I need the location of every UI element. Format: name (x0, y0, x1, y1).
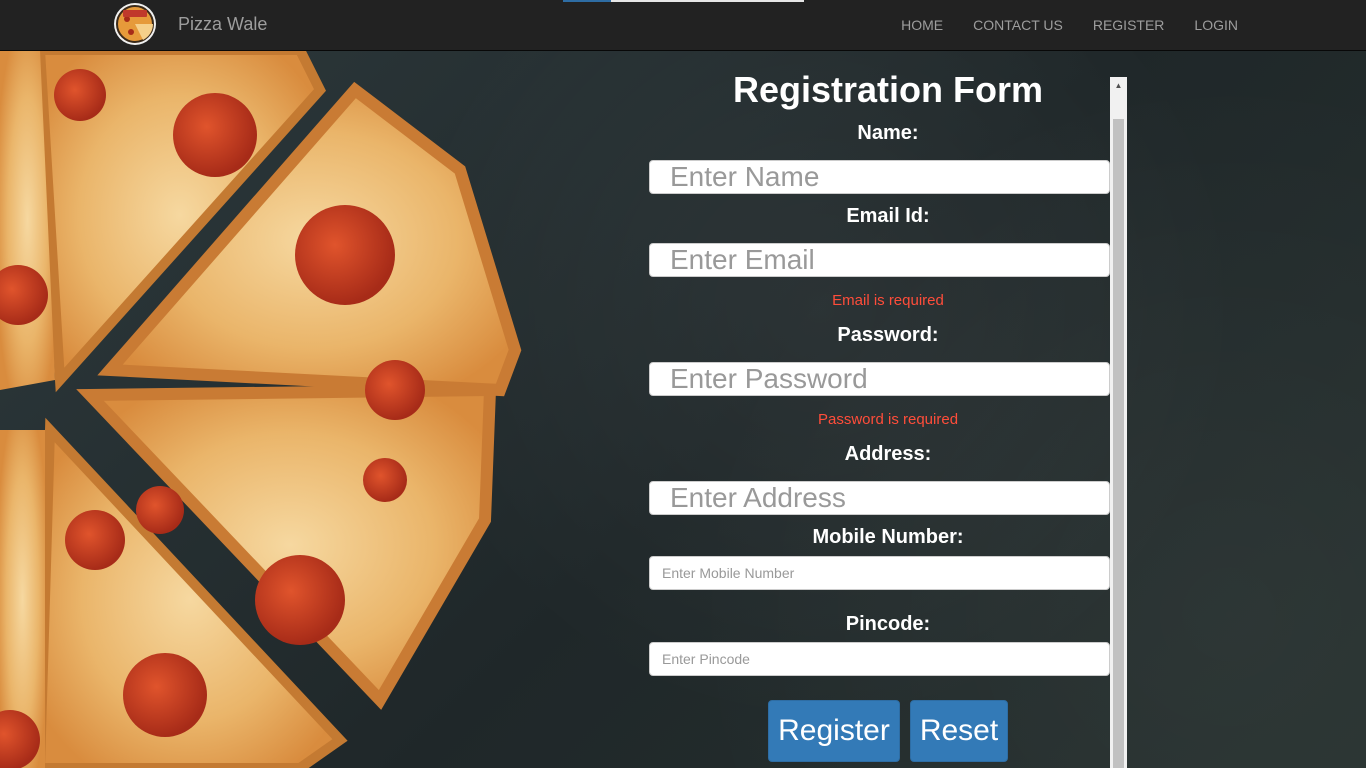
name-label: Name: (857, 122, 919, 144)
nav-register-link[interactable]: REGISTER (1078, 0, 1180, 50)
email-error-message: Email is required (832, 292, 944, 309)
register-button[interactable]: Register (768, 700, 900, 762)
form-title: Registration Form (732, 75, 1044, 110)
address-input[interactable] (649, 481, 1110, 515)
mobile-input[interactable] (649, 556, 1110, 590)
password-input[interactable] (649, 362, 1110, 396)
email-input[interactable] (649, 243, 1110, 277)
pincode-label: Pincode: (845, 613, 931, 635)
mobile-label: Mobile Number: (812, 526, 964, 548)
nav-home-link[interactable]: HOME (886, 0, 958, 50)
nav-links: HOME CONTACT US REGISTER LOGIN (886, 0, 1253, 50)
nav-contact-link[interactable]: CONTACT US (958, 0, 1078, 50)
email-label: Email Id: (846, 205, 930, 227)
scroll-up-arrow-icon[interactable]: ▲ (1110, 77, 1127, 94)
reset-button[interactable]: Reset (910, 700, 1008, 762)
password-error-message: Password is required (817, 411, 959, 428)
name-input[interactable] (649, 160, 1110, 194)
pizza-background-image (0, 50, 522, 768)
loading-progress-fill (563, 0, 612, 2)
form-scrollbar[interactable]: ▲ (1110, 77, 1127, 768)
pincode-input[interactable] (649, 642, 1110, 676)
brand-name[interactable]: Pizza Wale (178, 14, 267, 35)
nav-login-link[interactable]: LOGIN (1179, 0, 1253, 50)
address-label: Address: (844, 443, 932, 465)
scrollbar-thumb[interactable] (1113, 119, 1124, 768)
loading-progress-bar (563, 0, 804, 2)
navbar: Pizza Wale HOME CONTACT US REGISTER LOGI… (0, 0, 1366, 51)
password-label: Password: (837, 324, 939, 346)
pizza-logo-icon[interactable] (113, 2, 157, 46)
registration-form: Registration Form Name: Email Id: Email … (649, 75, 1127, 768)
